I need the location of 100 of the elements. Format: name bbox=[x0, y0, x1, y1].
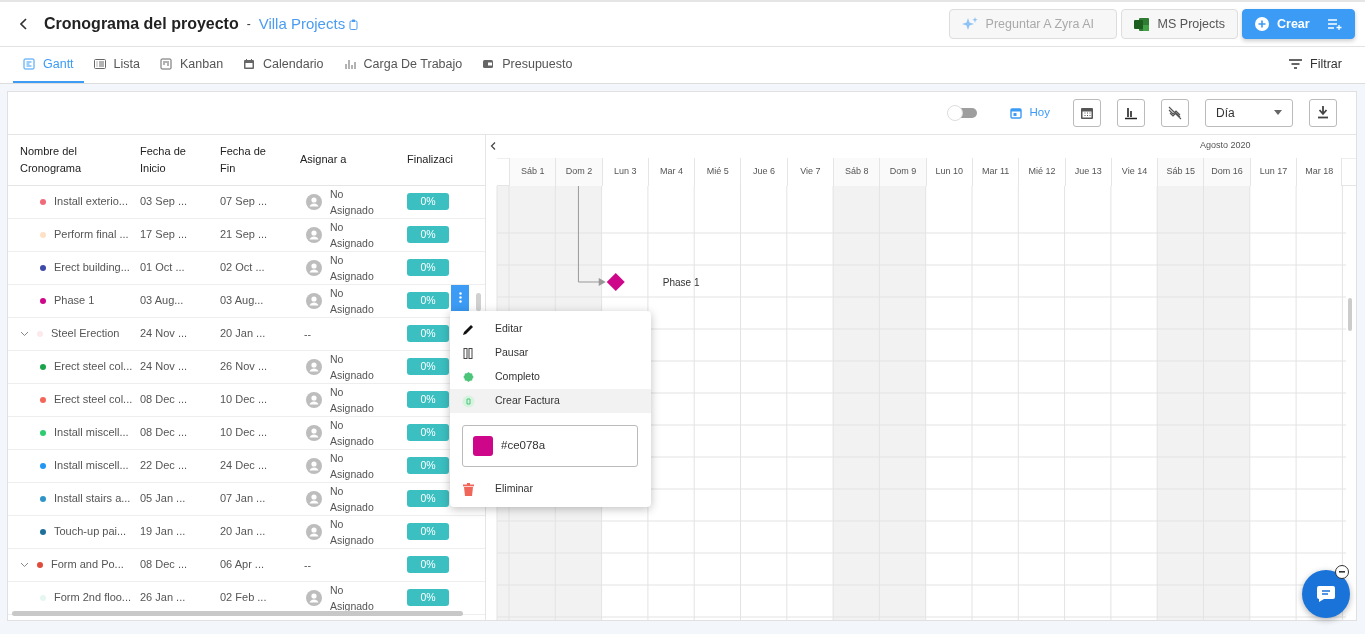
progress-badge: 0% bbox=[407, 193, 449, 211]
task-name[interactable]: Erect steel col... bbox=[54, 358, 133, 375]
progress-badge: 0% bbox=[407, 490, 449, 508]
view-tab[interactable]: Kanban bbox=[150, 47, 234, 83]
scale-select[interactable]: Día bbox=[1205, 98, 1293, 127]
color-field[interactable]: #ce078a bbox=[462, 425, 638, 467]
assignee-name: No Asignado bbox=[330, 384, 375, 416]
ms-projects-button[interactable]: MS Projects bbox=[1120, 9, 1238, 39]
back-icon[interactable] bbox=[20, 18, 28, 30]
pause-icon bbox=[462, 346, 475, 360]
progress-badge: 0% bbox=[407, 358, 449, 376]
end-date: 24 Dec ... bbox=[220, 458, 269, 474]
task-name[interactable]: Phase 1 bbox=[54, 292, 95, 309]
day-label: Vie 7 bbox=[800, 164, 821, 178]
start-date: 03 Sep ... bbox=[140, 194, 189, 210]
view-tab[interactable]: Calendario bbox=[233, 47, 334, 83]
chevron-icon[interactable] bbox=[20, 561, 29, 568]
avatar-icon bbox=[306, 457, 322, 474]
column-header: Fecha de Inicio bbox=[140, 144, 187, 176]
title-separator: - bbox=[246, 16, 251, 33]
assignee-name: No Asignado bbox=[330, 450, 375, 482]
day-label: Mar 4 bbox=[660, 164, 684, 178]
avatar-icon bbox=[306, 193, 322, 210]
pencil-icon bbox=[462, 322, 475, 336]
end-date: 26 Nov ... bbox=[220, 359, 269, 375]
calendar-icon bbox=[1009, 106, 1022, 119]
download-button[interactable] bbox=[1309, 98, 1337, 127]
start-date: 05 Jan ... bbox=[140, 491, 187, 507]
day-label: Lun 10 bbox=[935, 164, 964, 178]
task-name[interactable]: Erect steel col... bbox=[54, 391, 133, 408]
start-date: 01 Oct ... bbox=[140, 260, 186, 276]
filter-button[interactable]: Filtrar bbox=[1279, 47, 1352, 83]
menu-item[interactable]: Completo bbox=[450, 365, 651, 389]
day-label: Dom 9 bbox=[889, 164, 917, 178]
toggle-switch[interactable] bbox=[946, 104, 977, 121]
avatar-icon bbox=[306, 424, 322, 441]
chevron-icon[interactable] bbox=[20, 330, 29, 337]
task-name[interactable]: Install exterio... bbox=[54, 193, 128, 210]
calendar-icon bbox=[243, 58, 256, 70]
end-date: 06 Apr ... bbox=[220, 557, 266, 573]
view-tab[interactable]: Lista bbox=[83, 47, 150, 83]
task-name[interactable]: Perform final ... bbox=[54, 226, 129, 243]
start-date: 17 Sep ... bbox=[140, 227, 189, 243]
month-label: Agosto 2020 bbox=[1200, 139, 1251, 153]
avatar-icon bbox=[306, 259, 322, 276]
list-icon bbox=[93, 58, 106, 70]
assignee-name: -- bbox=[304, 326, 312, 342]
start-date: 03 Aug... bbox=[140, 293, 185, 309]
hide-links-button[interactable] bbox=[1161, 98, 1189, 127]
day-label: Dom 16 bbox=[1211, 164, 1243, 178]
list-add-icon bbox=[1328, 18, 1342, 30]
task-name[interactable]: Install miscell... bbox=[54, 424, 129, 441]
invoice-icon bbox=[462, 394, 475, 408]
bar-chart-icon bbox=[343, 58, 356, 70]
progress-badge: 0% bbox=[407, 589, 449, 607]
chevron-left-icon[interactable] bbox=[490, 142, 496, 151]
calendar-view-button[interactable] bbox=[1073, 98, 1101, 127]
menu-item[interactable]: Crear Factura bbox=[450, 389, 651, 413]
day-label: Jue 13 bbox=[1074, 164, 1102, 178]
day-label: Sáb 15 bbox=[1166, 164, 1196, 178]
task-name[interactable]: Install miscell... bbox=[54, 457, 129, 474]
view-tab[interactable]: Presupuesto bbox=[472, 47, 583, 83]
task-name[interactable]: Form and Po... bbox=[51, 556, 124, 573]
task-name[interactable]: Form 2nd floo... bbox=[54, 589, 132, 606]
end-date: 10 Dec ... bbox=[220, 425, 269, 441]
avatar-icon bbox=[306, 523, 322, 540]
task-name[interactable]: Steel Erection bbox=[51, 325, 120, 342]
view-tab[interactable]: Carga De Trabajo bbox=[333, 47, 473, 83]
gantt-icon bbox=[23, 58, 35, 70]
link-off-icon bbox=[1167, 104, 1183, 121]
start-date: 08 Dec ... bbox=[140, 425, 189, 441]
assignee-name: No Asignado bbox=[330, 516, 375, 548]
menu-item[interactable]: Pausar bbox=[450, 341, 651, 365]
chat-icon bbox=[1316, 585, 1336, 603]
filter-icon bbox=[1289, 59, 1303, 69]
avatar-icon bbox=[306, 589, 322, 606]
clipboard-icon bbox=[349, 18, 359, 30]
day-label: Vie 14 bbox=[1121, 164, 1148, 178]
task-name[interactable]: Install stairs a... bbox=[54, 490, 131, 507]
day-label: Mar 18 bbox=[1305, 164, 1334, 178]
chart-view-button[interactable] bbox=[1117, 98, 1145, 127]
scrollbar bbox=[476, 292, 481, 311]
assignee-name: No Asignado bbox=[330, 252, 375, 284]
progress-badge: 0% bbox=[407, 325, 449, 343]
progress-badge: 0% bbox=[407, 457, 449, 475]
task-name[interactable]: Erect building... bbox=[54, 259, 130, 276]
column-header: Nombre del Cronograma bbox=[19, 144, 83, 176]
end-date: 21 Sep ... bbox=[220, 227, 269, 243]
badge-icon bbox=[462, 370, 475, 384]
assignee-name: No Asignado bbox=[330, 417, 375, 449]
delete-menu-item[interactable]: Eliminar bbox=[450, 477, 651, 501]
milestone-diamond[interactable] bbox=[606, 272, 625, 291]
menu-item[interactable]: Editar bbox=[450, 317, 651, 341]
avatar-icon bbox=[306, 292, 322, 309]
wallet-icon bbox=[482, 58, 495, 70]
more-button[interactable] bbox=[451, 284, 469, 311]
caret-icon bbox=[1274, 110, 1282, 116]
progress-badge: 0% bbox=[407, 391, 449, 409]
task-name[interactable]: Touch-up pai... bbox=[54, 523, 127, 540]
start-date: 08 Dec ... bbox=[140, 392, 189, 408]
